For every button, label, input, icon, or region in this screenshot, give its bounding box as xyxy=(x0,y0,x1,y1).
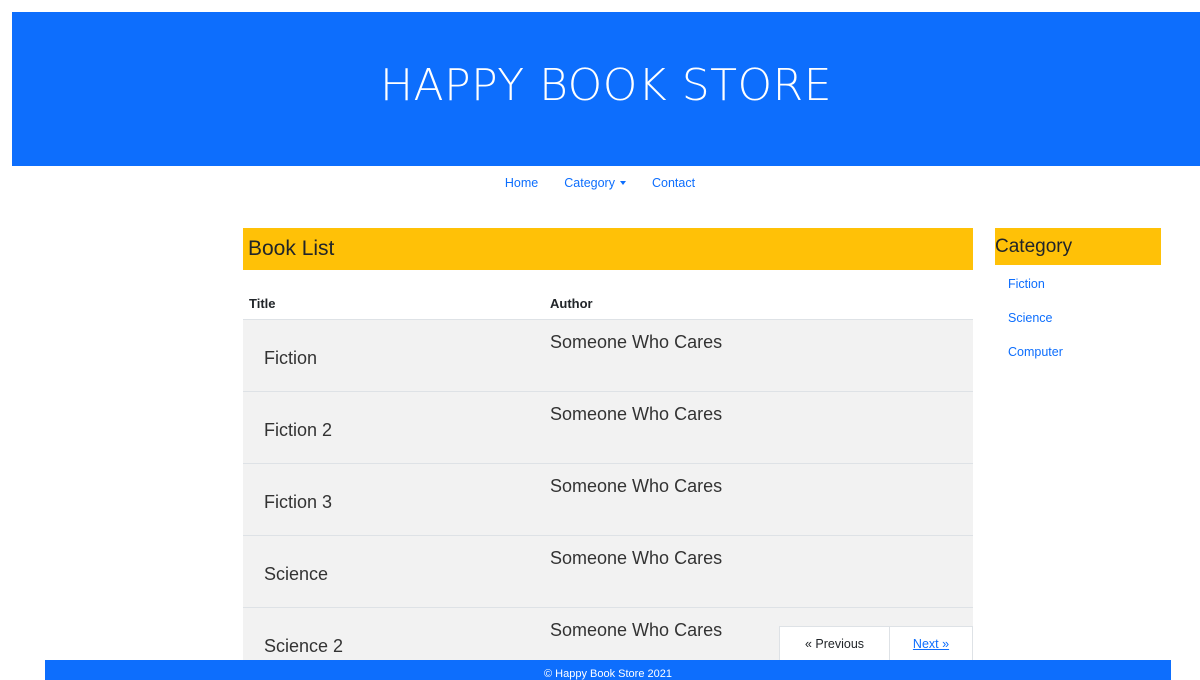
book-author-cell: Someone Who Cares xyxy=(550,319,973,392)
nav-contact-label: Contact xyxy=(651,176,696,190)
book-title-cell: Science xyxy=(243,535,550,608)
sidebar-item-computer[interactable]: Computer xyxy=(1008,335,1161,369)
book-list-heading: Book List xyxy=(243,228,973,270)
book-list-section: Book List Title Author Fiction Someone W… xyxy=(243,228,973,680)
header-banner: HAPPY BOOK STORE xyxy=(12,12,1200,166)
table-row[interactable]: Fiction 3 Someone Who Cares xyxy=(243,463,973,536)
next-page-button[interactable]: Next » xyxy=(890,626,973,662)
nav-contact-link[interactable]: Contact xyxy=(652,176,695,190)
book-author-cell: Someone Who Cares xyxy=(550,463,973,536)
footer: © Happy Book Store 2021 xyxy=(45,660,1171,680)
book-title-cell: Fiction 3 xyxy=(243,463,550,536)
previous-page-button[interactable]: « Previous xyxy=(779,626,890,662)
pagination: « Previous Next » xyxy=(779,626,973,662)
site-title: HAPPY BOOK STORE xyxy=(379,59,833,111)
column-header-author: Author xyxy=(550,288,973,320)
category-sidebar: Category Fiction Science Computer xyxy=(995,228,1161,369)
nav-home-label: Home xyxy=(504,176,539,190)
book-author-cell: Someone Who Cares xyxy=(550,391,973,464)
table-row[interactable]: Fiction Someone Who Cares xyxy=(243,319,973,392)
book-title-cell: Fiction xyxy=(243,319,550,392)
book-author-cell: Someone Who Cares xyxy=(550,535,973,608)
footer-copyright: © Happy Book Store 2021 xyxy=(544,668,672,680)
sidebar-heading: Category xyxy=(995,228,1161,265)
table-row[interactable]: Fiction 2 Someone Who Cares xyxy=(243,391,973,464)
book-table: Title Author Fiction Someone Who Cares F… xyxy=(243,288,973,680)
caret-down-icon xyxy=(619,181,626,185)
column-header-title: Title xyxy=(243,288,550,320)
top-nav: Home Category Contact xyxy=(0,176,1200,190)
nav-category-label: Category xyxy=(564,176,615,190)
category-list: Fiction Science Computer xyxy=(995,267,1161,369)
sidebar-item-fiction[interactable]: Fiction xyxy=(1008,267,1161,301)
table-row[interactable]: Science Someone Who Cares xyxy=(243,535,973,608)
nav-category-dropdown[interactable]: Category xyxy=(564,176,626,190)
book-title-cell: Fiction 2 xyxy=(243,391,550,464)
page: HAPPY BOOK STORE Home Category Contact B… xyxy=(0,0,1200,680)
nav-home-link[interactable]: Home xyxy=(505,176,538,190)
table-header-row: Title Author xyxy=(243,288,973,320)
sidebar-item-science[interactable]: Science xyxy=(1008,301,1161,335)
